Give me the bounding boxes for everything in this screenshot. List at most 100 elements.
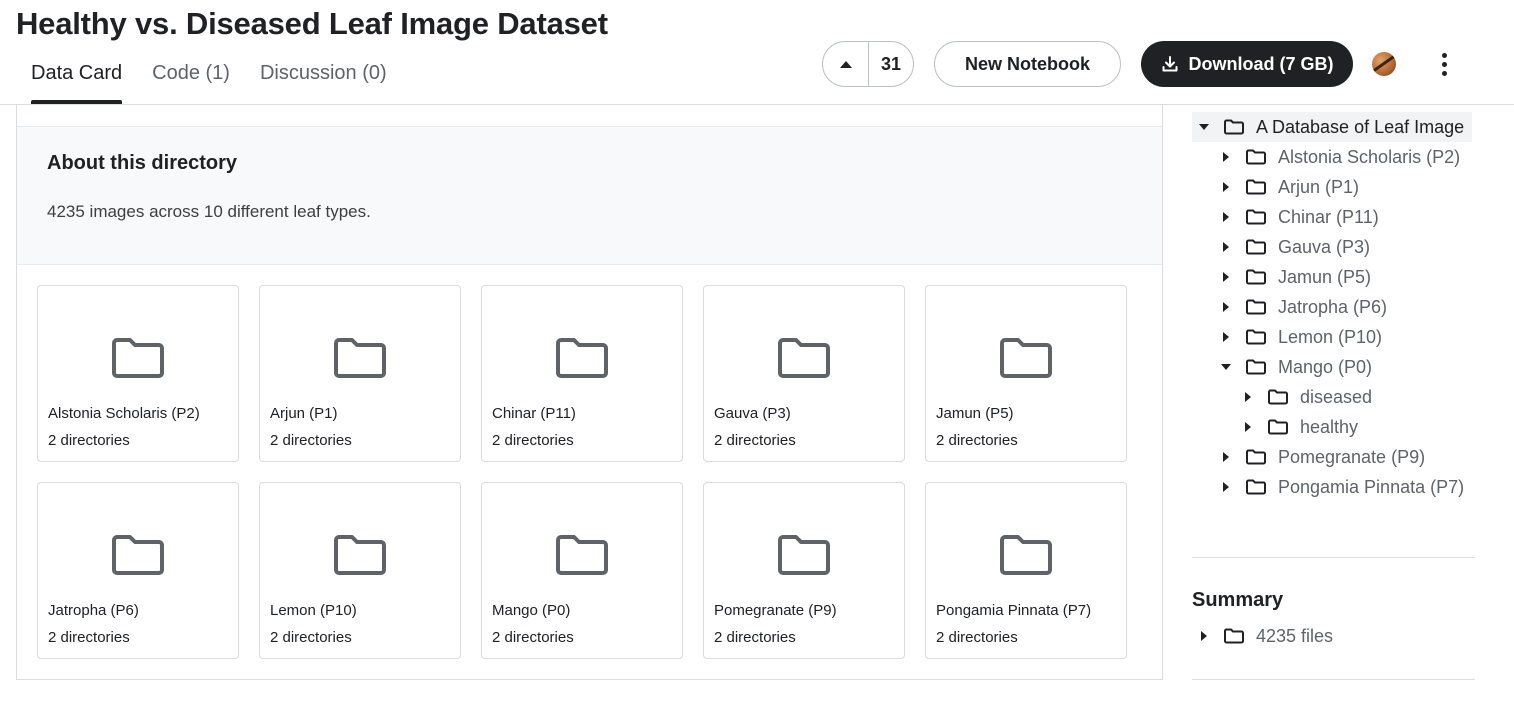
caret-right-icon[interactable] bbox=[1220, 481, 1232, 493]
caret-down-icon[interactable] bbox=[1220, 361, 1232, 373]
tree-item-jamun[interactable]: Jamun (P5) bbox=[1220, 262, 1371, 292]
tree-item-diseased[interactable]: diseased bbox=[1242, 382, 1372, 412]
folder-card-jamun[interactable]: Jamun (P5) 2 directories bbox=[925, 285, 1127, 462]
triangle-up-icon bbox=[839, 60, 852, 68]
about-description: 4235 images across 10 different leaf typ… bbox=[47, 202, 371, 221]
folder-count: 2 directories bbox=[270, 629, 352, 646]
folder-icon bbox=[1000, 535, 1052, 575]
folder-card-pomegranate[interactable]: Pomegranate (P9) 2 directories bbox=[703, 482, 905, 659]
tab-code[interactable]: Code (1) bbox=[137, 58, 245, 104]
folder-icon bbox=[112, 338, 164, 378]
folder-icon bbox=[1246, 179, 1266, 195]
folder-icon bbox=[1246, 479, 1266, 495]
folder-name: Lemon (P10) bbox=[270, 602, 357, 619]
folder-name: Mango (P0) bbox=[492, 602, 571, 619]
folder-icon bbox=[1246, 209, 1266, 225]
folder-name: Alstonia Scholaris (P2) bbox=[48, 405, 200, 422]
folder-icon bbox=[1268, 389, 1288, 405]
folder-icon bbox=[1224, 119, 1244, 135]
caret-right-icon[interactable] bbox=[1220, 271, 1232, 283]
tree-item-label: Pongamia Pinnata (P7) bbox=[1278, 476, 1465, 497]
folder-count: 2 directories bbox=[492, 432, 574, 449]
folder-count: 2 directories bbox=[714, 629, 796, 646]
caret-right-icon[interactable] bbox=[1242, 421, 1254, 433]
about-directory-section: About this directory 4235 images across … bbox=[17, 126, 1162, 265]
tree-item-gauva[interactable]: Gauva (P3) bbox=[1220, 232, 1370, 262]
folder-name: Gauva (P3) bbox=[714, 405, 791, 422]
tree-root-label: A Database of Leaf Image bbox=[1256, 116, 1465, 137]
folder-count: 2 directories bbox=[270, 432, 352, 449]
folder-card-lemon[interactable]: Lemon (P10) 2 directories bbox=[259, 482, 461, 659]
folder-name: Arjun (P1) bbox=[270, 405, 338, 422]
tree-item-chinar[interactable]: Chinar (P11) bbox=[1220, 202, 1379, 232]
folder-count: 2 directories bbox=[714, 432, 796, 449]
folder-card-jatropha[interactable]: Jatropha (P6) 2 directories bbox=[37, 482, 239, 659]
tree-item-alstonia[interactable]: Alstonia Scholaris (P2) bbox=[1220, 142, 1460, 172]
folder-icon bbox=[1246, 269, 1266, 285]
folder-name: Jamun (P5) bbox=[936, 405, 1014, 422]
folder-name: Chinar (P11) bbox=[492, 405, 576, 422]
summary-divider bbox=[1192, 679, 1475, 680]
tab-data-card[interactable]: Data Card bbox=[16, 58, 137, 104]
folder-count: 2 directories bbox=[936, 629, 1018, 646]
tree-item-label: Gauva (P3) bbox=[1278, 236, 1371, 257]
folder-icon bbox=[778, 535, 830, 575]
folder-icon bbox=[1246, 329, 1266, 345]
tree-item-healthy[interactable]: healthy bbox=[1242, 412, 1358, 442]
folder-icon bbox=[1246, 299, 1266, 315]
tree-item-label: Alstonia Scholaris (P2) bbox=[1278, 146, 1461, 167]
caret-right-icon[interactable] bbox=[1198, 630, 1210, 642]
folder-card-arjun[interactable]: Arjun (P1) 2 directories bbox=[259, 285, 461, 462]
tree-item-lemon[interactable]: Lemon (P10) bbox=[1220, 322, 1382, 352]
folder-count: 2 directories bbox=[48, 629, 130, 646]
user-avatar[interactable] bbox=[1372, 52, 1396, 76]
caret-right-icon[interactable] bbox=[1242, 391, 1254, 403]
tree-root[interactable]: A Database of Leaf Image bbox=[1192, 112, 1472, 142]
about-title: About this directory bbox=[47, 152, 238, 174]
tree-item-label: Arjun (P1) bbox=[1278, 176, 1360, 197]
caret-right-icon[interactable] bbox=[1220, 181, 1232, 193]
folder-count: 2 directories bbox=[936, 432, 1018, 449]
caret-right-icon[interactable] bbox=[1220, 211, 1232, 223]
folder-card-gauva[interactable]: Gauva (P3) 2 directories bbox=[703, 285, 905, 462]
dataset-title: Healthy vs. Diseased Leaf Image Dataset bbox=[16, 6, 608, 41]
caret-right-icon[interactable] bbox=[1220, 241, 1232, 253]
tree-item-mango[interactable]: Mango (P0) bbox=[1220, 352, 1372, 382]
caret-down-icon[interactable] bbox=[1198, 121, 1210, 133]
folder-icon bbox=[1246, 449, 1266, 465]
folder-icon bbox=[778, 338, 830, 378]
folder-icon bbox=[556, 338, 608, 378]
folder-card-chinar[interactable]: Chinar (P11) 2 directories bbox=[481, 285, 683, 462]
summary-files-item[interactable]: 4235 files bbox=[1198, 621, 1333, 651]
upvote-widget: 31 bbox=[822, 41, 914, 87]
new-notebook-button[interactable]: New Notebook bbox=[934, 41, 1121, 87]
summary-files-label: 4235 files bbox=[1256, 625, 1334, 646]
upvote-button[interactable] bbox=[823, 42, 869, 86]
tree-item-pongamia[interactable]: Pongamia Pinnata (P7) bbox=[1220, 472, 1464, 502]
folder-card-pongamia[interactable]: Pongamia Pinnata (P7) 2 directories bbox=[925, 482, 1127, 659]
folder-name: Jatropha (P6) bbox=[48, 602, 139, 619]
tree-item-label: Chinar (P11) bbox=[1278, 206, 1379, 227]
download-button[interactable]: Download (7 GB) bbox=[1141, 41, 1353, 87]
folder-grid: Alstonia Scholaris (P2) 2 directories Ar… bbox=[37, 285, 1137, 665]
directory-panel: About this directory 4235 images across … bbox=[16, 104, 1163, 680]
more-vert-icon[interactable] bbox=[1432, 50, 1456, 78]
caret-right-icon[interactable] bbox=[1220, 331, 1232, 343]
tree-item-arjun[interactable]: Arjun (P1) bbox=[1220, 172, 1359, 202]
folder-icon bbox=[334, 338, 386, 378]
folder-icon bbox=[112, 535, 164, 575]
tree-item-jatropha[interactable]: Jatropha (P6) bbox=[1220, 292, 1387, 322]
caret-right-icon[interactable] bbox=[1220, 151, 1232, 163]
folder-icon bbox=[1224, 628, 1244, 644]
sidebar-divider bbox=[1192, 557, 1475, 558]
tree-item-pomegranate[interactable]: Pomegranate (P9) bbox=[1220, 442, 1425, 472]
folder-card-mango[interactable]: Mango (P0) 2 directories bbox=[481, 482, 683, 659]
folder-icon bbox=[1246, 359, 1266, 375]
folder-icon bbox=[334, 535, 386, 575]
folder-card-alstonia[interactable]: Alstonia Scholaris (P2) 2 directories bbox=[37, 285, 239, 462]
folder-name: Pomegranate (P9) bbox=[714, 602, 837, 619]
caret-right-icon[interactable] bbox=[1220, 451, 1232, 463]
tab-discussion[interactable]: Discussion (0) bbox=[245, 58, 402, 104]
folder-icon bbox=[1246, 149, 1266, 165]
caret-right-icon[interactable] bbox=[1220, 301, 1232, 313]
